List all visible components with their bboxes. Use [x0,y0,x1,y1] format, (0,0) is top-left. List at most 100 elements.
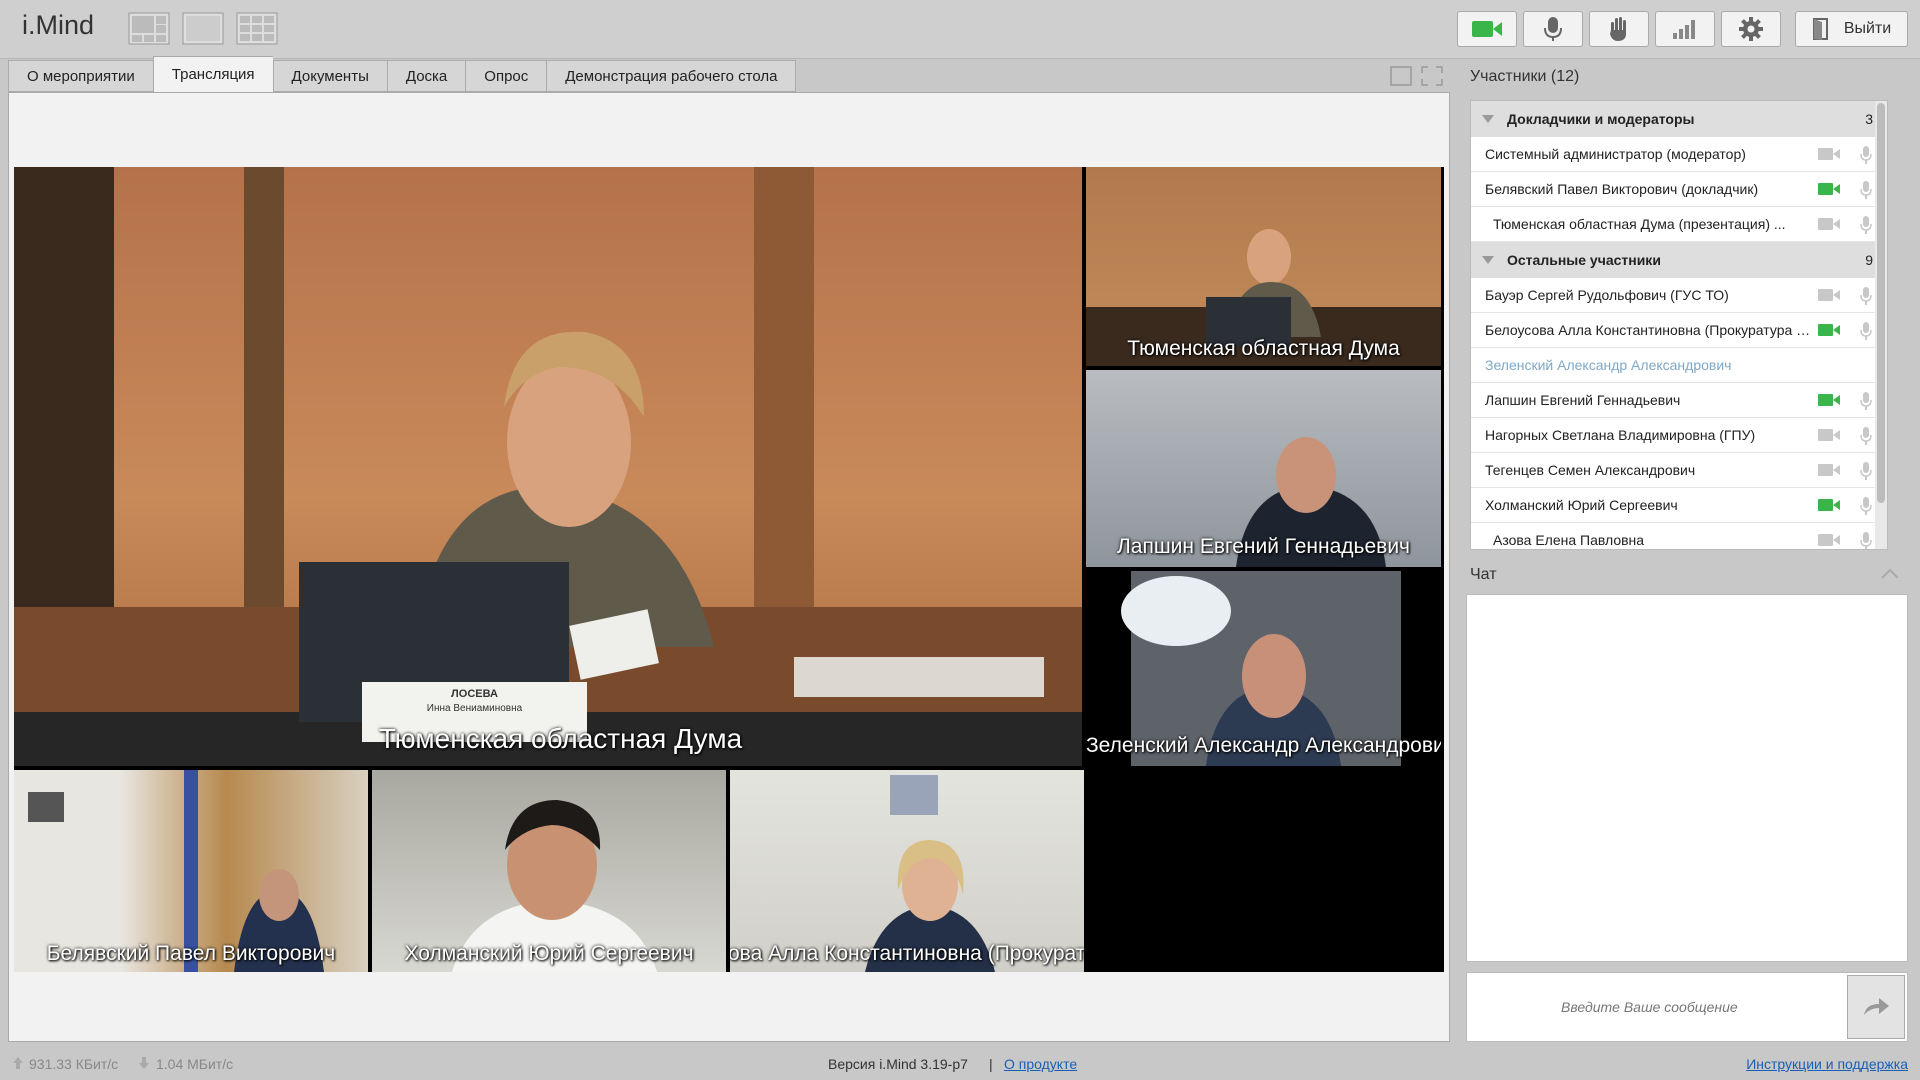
bottom-video-caption-2: Холманский Юрий Сергеевич [404,942,694,965]
chevron-up-icon[interactable] [1880,566,1900,580]
tab-bar: О мероприятии Трансляция Документы Доска… [8,56,797,92]
exit-label: Выйти [1843,20,1892,37]
side-video-tile-2[interactable]: Лапшин Евгений Геннадьевич [1086,370,1441,567]
upload-arrow-icon [13,1057,23,1069]
group-other-participants[interactable]: Остальные участники 9 [1471,242,1887,278]
layout-speaker-grid-button[interactable] [128,12,170,45]
participant-name: Бауэр Сергей Рудольфович (ГУС ТО) [1485,287,1729,303]
main-video-tile[interactable]: ЛОСЕВА Инна Вениаминовна Тюменская облас… [14,167,1082,766]
collapse-triangle-icon [1482,115,1494,123]
microphone-icon [1860,497,1872,515]
send-message-button[interactable] [1847,975,1905,1039]
side-video-tile-1[interactable]: Тюменская областная Дума [1086,167,1441,366]
participant-row[interactable]: Белоусова Алла Константиновна (Прокурату… [1471,313,1887,348]
gear-icon [1739,17,1763,41]
bottom-video-caption-1: Белявский Павел Викторович [46,942,336,965]
video-grid: ЛОСЕВА Инна Вениаминовна Тюменская облас… [14,167,1444,972]
raise-hand-button[interactable] [1589,11,1649,47]
microphone-icon [1860,392,1872,410]
download-arrow-icon [139,1057,149,1069]
about-product-link[interactable]: О продукте [1004,1056,1077,1072]
help-link[interactable]: Инструкции и поддержка [1746,1056,1908,1072]
collapse-triangle-icon [1482,256,1494,264]
window-mode-icon[interactable] [1390,66,1412,86]
side-video-tile-3[interactable]: Зеленский Александр Александрович [1086,571,1441,766]
video-camera-off-icon [1818,148,1840,160]
exit-button[interactable]: Выйти [1795,11,1908,47]
participant-name: Зеленский Александр Александрович [1485,357,1732,373]
microphone-icon [1860,146,1872,164]
participant-row[interactable]: Азова Елена Павловна [1471,523,1887,549]
participant-row[interactable]: Белявский Павел Викторович (докладчик) [1471,172,1887,207]
participant-name: Белоусова Алла Константиновна (Прокурату… [1485,322,1815,338]
status-bar: 931.33 КБит/с 1.04 МБит/с Версия i.Mind … [0,1050,1920,1080]
side-video-caption-1: Тюменская областная Дума [1127,337,1400,360]
video-camera-on-icon [1818,499,1840,511]
layout-single-button[interactable] [182,12,224,45]
nameplate-given-names: Инна Вениаминовна [426,703,523,714]
layout-grid-button[interactable] [236,12,278,45]
bottom-video-tile-2[interactable]: Холманский Юрий Сергеевич [372,770,726,972]
main-video-caption: Тюменская областная Дума [378,723,743,754]
scrollbar-thumb[interactable] [1877,103,1885,503]
settings-button[interactable] [1721,11,1781,47]
video-camera-off-icon [1818,218,1840,230]
version-text: Версия i.Mind 3.19-p7 [828,1056,968,1072]
chat-input-placeholder: Введите Ваше сообщение [1561,999,1738,1015]
participants-scrollbar[interactable] [1875,101,1887,549]
bottom-video-tile-3[interactable]: ова Алла Константиновна (Прокурату [730,770,1084,972]
chat-messages-area [1466,594,1908,962]
tab-desktop-share[interactable]: Демонстрация рабочего стола [546,60,797,92]
video-camera-on-icon [1818,324,1840,336]
video-camera-off-icon [1818,534,1840,546]
video-camera-on-icon [1818,394,1840,406]
tab-about[interactable]: О мероприятии [8,60,153,92]
participant-name: Нагорных Светлана Владимировна (ГПУ) [1485,427,1756,443]
participant-row[interactable]: Лапшин Евгений Геннадьевич [1471,383,1887,418]
status-separator: | [989,1056,993,1072]
bottom-video-tile-1[interactable]: Белявский Павел Викторович [14,770,368,972]
door-exit-icon [1812,18,1828,40]
download-speed: 1.04 МБит/с [156,1056,234,1072]
participant-name: Системный администратор (модератор) [1485,146,1746,162]
participant-row[interactable]: Системный администратор (модератор) [1471,137,1887,172]
microphone-icon [1860,287,1872,305]
send-arrow-icon [1864,998,1889,1015]
microphone-icon [1860,322,1872,340]
tab-poll[interactable]: Опрос [465,60,547,92]
side-video-caption-3: Зеленский Александр Александрович [1086,734,1441,757]
participants-title: Участники (12) [1470,68,1580,85]
group-count: 3 [1865,111,1873,127]
app-logo: i.Mind [22,10,95,40]
signal-bars-icon [1673,20,1695,39]
participant-name: Лапшин Евгений Геннадьевич [1485,392,1681,408]
video-camera-on-icon [1818,183,1840,195]
group-count: 9 [1865,252,1873,268]
participant-row[interactable]: Бауэр Сергей Рудольфович (ГУС ТО) [1471,278,1887,313]
microphone-icon [1860,462,1872,480]
participants-list: Докладчики и модераторы 3 Системный адми… [1470,100,1888,550]
participant-row[interactable]: Тюменская областная Дума (презентация) .… [1471,207,1887,242]
participant-row[interactable]: Тегенцев Семен Александрович [1471,453,1887,488]
microphone-icon [1544,17,1562,41]
participant-name: Белявский Павел Викторович (докладчик) [1485,181,1759,197]
upload-speed: 931.33 КБит/с [29,1056,119,1072]
tab-broadcast[interactable]: Трансляция [152,56,273,92]
participant-row[interactable]: Нагорных Светлана Владимировна (ГПУ) [1471,418,1887,453]
participant-name: Тюменская областная Дума (презентация) .… [1493,216,1786,232]
tab-board[interactable]: Доска [386,60,466,92]
camera-toggle-button[interactable] [1457,11,1517,47]
tab-documents[interactable]: Документы [272,60,387,92]
group-speakers-moderators[interactable]: Докладчики и модераторы 3 [1471,101,1887,137]
camera-icon [1472,21,1502,37]
bottom-video-caption-3: ова Алла Константиновна (Прокурату [730,942,1084,965]
chat-input-box[interactable]: Введите Ваше сообщение [1466,972,1908,1042]
video-camera-off-icon [1818,464,1840,476]
top-bar: i.Mind Выйти [0,0,1920,59]
participant-row[interactable]: Зеленский Александр Александрович [1471,348,1887,383]
video-camera-off-icon [1818,429,1840,441]
microphone-toggle-button[interactable] [1523,11,1583,47]
participant-row[interactable]: Холманский Юрий Сергеевич [1471,488,1887,523]
fullscreen-icon[interactable] [1421,66,1443,86]
connection-quality-button[interactable] [1655,11,1715,47]
